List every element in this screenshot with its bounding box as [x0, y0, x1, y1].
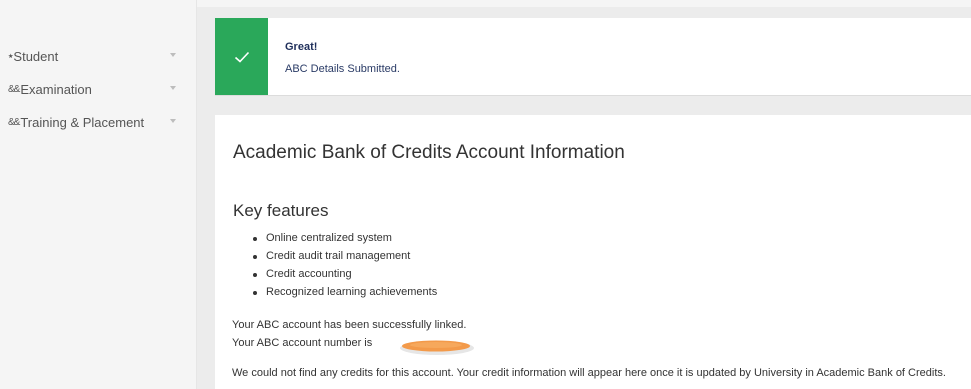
abc-info-card: Academic Bank of Credits Account Informa…: [215, 115, 971, 389]
alert-message: ABC Details Submitted.: [285, 63, 400, 75]
sidebar: ⭑ Student && Examination && Training & P…: [0, 0, 197, 389]
user-icon: ⭑: [8, 50, 14, 62]
users-icon: &&: [8, 83, 20, 95]
chevron-down-icon: [170, 86, 176, 90]
account-linked-text: Your ABC account has been successfully l…: [232, 319, 467, 331]
sidebar-item-student[interactable]: ⭑ Student: [8, 45, 188, 67]
no-credits-message: We could not find any credits for this a…: [232, 367, 946, 379]
page-title: Academic Bank of Credits Account Informa…: [233, 142, 625, 163]
main-content: Great! ABC Details Submitted. Academic B…: [207, 7, 971, 389]
list-item: Online centralized system: [250, 229, 437, 247]
sidebar-item-examination[interactable]: && Examination: [8, 78, 188, 100]
users-icon: &&: [8, 116, 20, 128]
check-icon: [234, 51, 249, 63]
account-number-text: Your ABC account number is: [232, 337, 373, 349]
list-item: Recognized learning achievements: [250, 283, 437, 301]
page: ⭑ Student && Examination && Training & P…: [0, 0, 971, 389]
features-heading: Key features: [233, 201, 329, 220]
sidebar-item-label: Examination: [20, 81, 92, 97]
sidebar-item-label: Student: [13, 48, 59, 64]
list-item: Credit accounting: [250, 265, 437, 283]
sidebar-item-label: Training & Placement: [20, 114, 145, 130]
chevron-down-icon: [170, 53, 176, 57]
list-item: Credit audit trail management: [250, 247, 437, 265]
sidebar-item-training-placement[interactable]: && Training & Placement: [8, 111, 188, 133]
alert-title: Great!: [285, 41, 318, 53]
alert-icon-box: [215, 18, 268, 95]
success-alert: Great! ABC Details Submitted.: [215, 18, 971, 96]
chevron-down-icon: [170, 119, 176, 123]
redaction-mark: [400, 340, 474, 355]
features-list: Online centralized system Credit audit t…: [250, 229, 437, 301]
